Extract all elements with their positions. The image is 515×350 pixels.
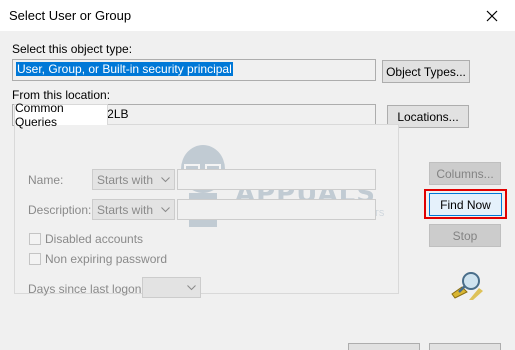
days-since-logon-label: Days since last logon: (28, 282, 145, 296)
non-expiring-checkbox[interactable] (29, 253, 41, 265)
chevron-down-icon (186, 283, 196, 293)
name-mode-select[interactable]: Starts with (92, 169, 175, 190)
days-since-logon-select[interactable] (142, 277, 201, 298)
close-button[interactable] (469, 0, 515, 31)
object-types-button[interactable]: Object Types... (382, 60, 470, 83)
disabled-accounts-checkbox[interactable] (29, 233, 41, 245)
description-mode-select[interactable]: Starts with (92, 199, 175, 220)
title-bar: Select User or Group (0, 0, 515, 31)
description-label: Description: (28, 203, 92, 217)
location-label: From this location: (12, 88, 111, 102)
find-now-button[interactable]: Find Now (429, 193, 502, 216)
cancel-button-partial[interactable] (429, 343, 501, 350)
stop-button[interactable]: Stop (429, 224, 501, 247)
chevron-down-icon (160, 175, 170, 185)
common-queries-panel: APPUALS TECH HOW-TO'S FROM THE EXPERTS N… (14, 124, 399, 298)
columns-button[interactable]: Columns... (429, 162, 501, 185)
non-expiring-label: Non expiring password (45, 252, 168, 266)
object-type-label: Select this object type: (12, 42, 133, 56)
close-icon (486, 10, 498, 21)
window-title: Select User or Group (9, 8, 132, 23)
description-input[interactable] (177, 199, 376, 220)
name-input[interactable] (177, 169, 376, 190)
chevron-down-icon (160, 205, 170, 215)
name-mode-value: Starts with (97, 172, 154, 187)
tab-common-queries-label: Common Queries (15, 101, 64, 129)
description-mode-value: Starts with (97, 202, 154, 217)
object-type-field[interactable]: User, Group, or Built-in security princi… (12, 59, 376, 81)
appuals-watermark: APPUALS TECH HOW-TO'S FROM THE EXPERTS (173, 141, 384, 241)
locations-button[interactable]: Locations... (387, 105, 469, 128)
search-icon (447, 270, 485, 300)
tab-common-queries[interactable]: Common Queries (14, 101, 108, 129)
disabled-accounts-label: Disabled accounts (45, 232, 144, 246)
object-type-value: User, Group, or Built-in security princi… (16, 62, 233, 76)
ok-button-partial[interactable] (348, 343, 420, 350)
name-label: Name: (28, 173, 64, 187)
